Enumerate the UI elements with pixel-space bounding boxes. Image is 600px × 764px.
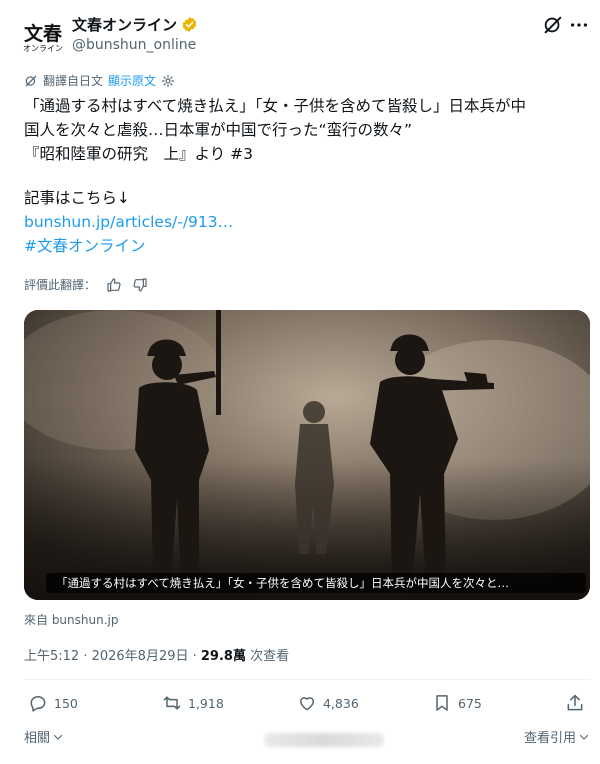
- share-icon: [567, 694, 583, 711]
- more-icon[interactable]: [568, 14, 590, 36]
- thumbs-up-icon[interactable]: [106, 277, 122, 293]
- chevron-down-icon: [579, 734, 589, 740]
- bookmark-icon: [436, 695, 448, 711]
- bookmark-button[interactable]: 675: [432, 693, 482, 713]
- verified-badge-icon: [182, 17, 197, 32]
- view-quotes-link[interactable]: 查看引用: [524, 727, 590, 746]
- author-name-row[interactable]: 文春オンライン: [72, 14, 198, 35]
- handle[interactable]: @bunshun_online: [72, 37, 196, 53]
- soldiers-photo: [24, 310, 590, 600]
- reply-icon: [30, 696, 46, 712]
- link-card-caption: 「通過する村はすべて焼き払え」「女・子供を含めて皆殺し」日本兵が中国人を次々と…: [46, 573, 586, 593]
- translation-bar: 翻譯自日文 顯示原文: [24, 72, 175, 89]
- reply-count: 150: [54, 695, 78, 711]
- like-count: 4,836: [323, 695, 359, 711]
- view-quotes-label: 查看引用: [523, 731, 576, 746]
- tweet-line: 「通過する村はすべて焼き払え」「女・子供を含めて皆殺し」日本兵が中: [24, 97, 527, 115]
- avatar-logo-subtext: オンライン: [23, 44, 63, 53]
- chevron-down-icon: [53, 734, 63, 740]
- avatar[interactable]: 文春 オンライン: [22, 18, 64, 60]
- share-button[interactable]: [565, 693, 585, 713]
- tweet-meta: 上午5:12 · 2026年8月29日 · 29.8萬 次查看: [24, 645, 289, 664]
- translated-from-label: 翻譯自日文: [43, 74, 104, 88]
- thumbs-down-icon[interactable]: [132, 277, 148, 293]
- tweet-header: 文春 オンライン 文春オンライン @bunshun_online: [0, 0, 600, 70]
- link-source[interactable]: 來自 bunshun.jp: [24, 611, 118, 628]
- link-card-image[interactable]: 「通過する村はすべて焼き払え」「女・子供を含めて皆殺し」日本兵が中国人を次々と…: [24, 310, 590, 600]
- repost-button[interactable]: 1,918: [162, 693, 224, 713]
- tweet-line: 国人を次々と虐殺…日本軍が中国で行った“蛮行の数々”: [24, 121, 413, 139]
- rate-translation: 評價此翻譯：: [24, 276, 148, 293]
- grok-icon[interactable]: [542, 14, 564, 36]
- show-original-link[interactable]: 顯示原文: [108, 72, 156, 89]
- article-link[interactable]: bunshun.jp/articles/-/913…: [24, 210, 584, 234]
- divider: [24, 679, 590, 680]
- display-name[interactable]: 文春オンライン: [72, 14, 177, 35]
- reply-button[interactable]: 150: [28, 693, 78, 713]
- tweet-text: 「通過する村はすべて焼き払え」「女・子供を含めて皆殺し」日本兵が中 国人を次々と…: [24, 94, 584, 258]
- hashtag-link[interactable]: #文春オンライン: [24, 234, 584, 258]
- view-count: 29.8萬: [200, 649, 246, 664]
- timestamp[interactable]: 上午5:12 · 2026年8月29日 ·: [24, 649, 201, 664]
- bookmark-count: 675: [458, 695, 482, 711]
- article-prompt: 記事はこちら↓: [24, 189, 130, 207]
- related-label: 相關: [24, 731, 51, 746]
- blurred-placeholder: [264, 733, 384, 747]
- views-label: 次查看: [245, 649, 290, 664]
- related-dropdown[interactable]: 相關: [24, 727, 64, 746]
- tweet-line: 『昭和陸軍の研究 上』より #3: [24, 145, 253, 163]
- repost-icon: [163, 696, 181, 710]
- repost-count: 1,918: [188, 695, 224, 711]
- like-button[interactable]: 4,836: [297, 693, 359, 713]
- heart-icon: [300, 697, 314, 711]
- gear-icon[interactable]: [161, 74, 175, 88]
- action-bar: 150 1,918 4,836 675: [0, 693, 600, 719]
- avatar-logo-text: 文春: [23, 23, 62, 45]
- grok-translate-icon: [25, 75, 37, 86]
- rate-label: 評價此翻譯：: [24, 278, 97, 292]
